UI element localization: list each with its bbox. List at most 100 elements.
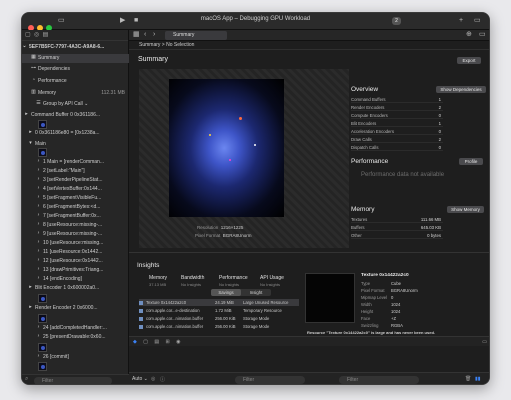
disclosure-icon[interactable]: ▸ xyxy=(24,112,29,117)
encoder-thumbnail[interactable] xyxy=(38,343,47,352)
insight-list-row[interactable]: com.apple.cor...e-destination 1.72 MiB Tem… xyxy=(139,307,299,314)
insight-api-usage[interactable]: API Usage No Insights xyxy=(260,275,284,287)
export-button[interactable]: Export xyxy=(457,57,481,64)
auto-dropdown[interactable]: Auto ⌄ xyxy=(132,376,148,382)
tree-item[interactable]: › 3 [setRenderPipelineStat... xyxy=(22,176,129,185)
disclosure-icon[interactable]: ▾ xyxy=(28,141,33,146)
disclosure-icon[interactable]: › xyxy=(36,325,41,330)
split-editor-icon[interactable]: ▭ xyxy=(479,30,486,40)
disclosure-icon[interactable]: › xyxy=(36,213,41,218)
disclosure-icon[interactable]: › xyxy=(36,267,41,272)
encoder-thumbnail[interactable] xyxy=(38,362,47,371)
disclosure-icon[interactable]: › xyxy=(36,334,41,339)
debug-navigator-icon[interactable]: ◎ xyxy=(34,32,39,38)
insight-memory[interactable]: Memory 37.13 MB xyxy=(149,275,167,287)
tree-item[interactable]: › 5 [setFragmentVisibleFu... xyxy=(22,194,129,203)
device-header[interactable]: ⌄ 5EF7B5FC-7797-4A3C-A9A8-6... xyxy=(22,43,129,52)
insight-list-row[interactable]: com.apple.cor...nimation.buffer 256.00 Ki… xyxy=(139,323,299,330)
grid-view-icon[interactable]: ▦ xyxy=(133,30,140,40)
gpu-counter-icon[interactable]: ⊞ xyxy=(166,339,170,345)
show-dependencies-button[interactable]: Show Dependencies xyxy=(436,86,486,93)
tree-item[interactable]: › 7 [setFragmentBuffer:0x... xyxy=(22,212,129,221)
sidebar-item-summary[interactable]: ▦ Summary xyxy=(22,54,129,63)
breakpoint-icon[interactable]: ◆ xyxy=(133,339,137,345)
disclosure-icon[interactable]: › xyxy=(36,159,41,164)
insight-list-row[interactable]: Texture 0x14422a2c0 24.19 MiB Large Unused… xyxy=(139,299,299,306)
disclosure-icon[interactable]: › xyxy=(36,168,41,173)
continue-icon[interactable]: ▢ xyxy=(143,339,148,345)
sidebar-item-dependencies[interactable]: ⊶ Dependencies xyxy=(22,65,129,74)
sidebar-item-performance[interactable]: ◔ Performance xyxy=(22,77,129,86)
encoder-thumbnail[interactable] xyxy=(38,294,47,303)
group-by-dropdown[interactable]: ☰ Group by API Call ⌄ xyxy=(22,100,129,109)
split-view-icon[interactable]: ▮▮ xyxy=(475,376,481,382)
forward-icon[interactable]: › xyxy=(153,30,155,40)
disclosure-icon[interactable]: › xyxy=(36,204,41,209)
tree-item[interactable]: › 13 [drawPrimitives:Triang... xyxy=(22,266,129,275)
variables-filter-input[interactable]: Filter xyxy=(235,376,305,384)
tree-item[interactable]: › 11 [useResource:0x1442... xyxy=(22,248,129,257)
breadcrumb-root[interactable]: Summary xyxy=(139,42,160,48)
tree-item[interactable]: ▸ Render Encoder 2 0x6000... xyxy=(22,304,129,313)
encoder-thumbnail[interactable] xyxy=(38,120,47,129)
add-icon[interactable]: + xyxy=(459,16,463,26)
tree-item[interactable]: › 1 Main = [renderComman... xyxy=(22,158,129,167)
tree-item[interactable]: › 4 [setVertexBuffer:0x144... xyxy=(22,185,129,194)
disclosure-icon[interactable]: › xyxy=(36,186,41,191)
segment-insight[interactable]: Insight xyxy=(241,289,271,296)
environment-icon[interactable]: ◉ xyxy=(176,339,180,345)
disclosure-icon[interactable]: › xyxy=(36,240,41,245)
disclosure-icon[interactable]: › xyxy=(36,231,41,236)
add-editor-icon[interactable]: ⊕ xyxy=(466,30,472,40)
tree-item[interactable]: › 26 [commit] xyxy=(22,353,129,362)
show-memory-button[interactable]: Show Memory xyxy=(447,206,484,213)
disclosure-icon[interactable]: › xyxy=(36,222,41,227)
tree-item[interactable]: › 25 [presentDrawable:0x60... xyxy=(22,333,129,342)
sidebar-filter-input[interactable]: Filter xyxy=(34,377,112,384)
insight-value: No Insights xyxy=(260,282,281,287)
disclosure-icon[interactable]: ▸ xyxy=(28,130,33,135)
disclosure-icon[interactable]: ▸ xyxy=(28,285,33,290)
insight-list-row[interactable]: com.apple.cor...nimation.buffer 256.00 Ki… xyxy=(139,315,299,322)
tree-item[interactable]: ▸ Blit Encoder 1 0x600002a0... xyxy=(22,284,129,293)
tree-item[interactable]: › 14 [endEncoding] xyxy=(22,275,129,284)
console-filter-input[interactable]: Filter xyxy=(339,376,419,384)
inspector-toggle-icon[interactable]: ▭ xyxy=(474,16,481,26)
insight-bandwidth[interactable]: Bandwidth No Insights xyxy=(181,275,204,287)
tree-item[interactable]: › 12 [useResource:0x1442... xyxy=(22,257,129,266)
disclosure-icon[interactable]: › xyxy=(36,354,41,359)
disclosure-icon[interactable]: › xyxy=(36,276,41,281)
tree-item[interactable]: ▸ 0 0x361186e80 = [0x1238a... xyxy=(22,129,129,138)
disclosure-icon[interactable]: › xyxy=(36,249,41,254)
tree-item[interactable]: › 6 [setFragmentBytes:<d... xyxy=(22,203,129,212)
info-icon[interactable]: ⓘ xyxy=(160,376,165,383)
disclosure-icon[interactable]: ▸ xyxy=(28,305,33,310)
tab-summary[interactable]: Summary xyxy=(165,31,227,40)
toggle-console-icon[interactable]: ▭ xyxy=(482,337,487,347)
disclosure-icon[interactable]: › xyxy=(36,195,41,200)
gpu-icon[interactable]: ▤ xyxy=(43,32,49,38)
tree-item[interactable]: › 9 [useResource:missing-... xyxy=(22,230,129,239)
tree-item[interactable]: › 8 [useResource:missing-... xyxy=(22,221,129,230)
insight-resource-size: 256.00 KiB xyxy=(215,324,236,329)
folder-icon[interactable]: ▢ xyxy=(25,32,31,38)
back-icon[interactable]: ‹ xyxy=(144,30,146,40)
disclosure-icon[interactable]: › xyxy=(36,177,41,182)
texture-preview[interactable]: Resolution 1216×1225 Pixel Format BGRA8U… xyxy=(139,69,349,248)
performance-icon: ◔ xyxy=(31,77,36,84)
step-icon[interactable]: ▤ xyxy=(154,339,159,345)
tree-item[interactable]: › 10 [useResource:missing... xyxy=(22,239,129,248)
issue-badge[interactable]: 2 xyxy=(392,17,401,25)
tree-item[interactable]: › 24 [addCompletedHandler:... xyxy=(22,324,129,333)
eye-icon[interactable]: ◎ xyxy=(151,376,155,382)
encoder-thumbnail[interactable] xyxy=(38,314,47,323)
trash-icon[interactable]: 🗑 xyxy=(465,376,471,382)
disclosure-icon[interactable]: › xyxy=(36,258,41,263)
insight-performance[interactable]: Performance No Insights xyxy=(219,275,248,287)
encoder-thumbnail[interactable] xyxy=(38,148,47,157)
tree-item[interactable]: ▸ Command Buffer 0 0x361186... xyxy=(22,111,129,120)
sidebar-item-memory[interactable]: ▥ Memory 112.31 MB xyxy=(22,89,129,98)
tree-item[interactable]: › 2 [setLabel:"Main"] xyxy=(22,167,129,176)
segment-savings[interactable]: Savings xyxy=(211,289,241,296)
profile-button[interactable]: Profile xyxy=(459,158,483,165)
